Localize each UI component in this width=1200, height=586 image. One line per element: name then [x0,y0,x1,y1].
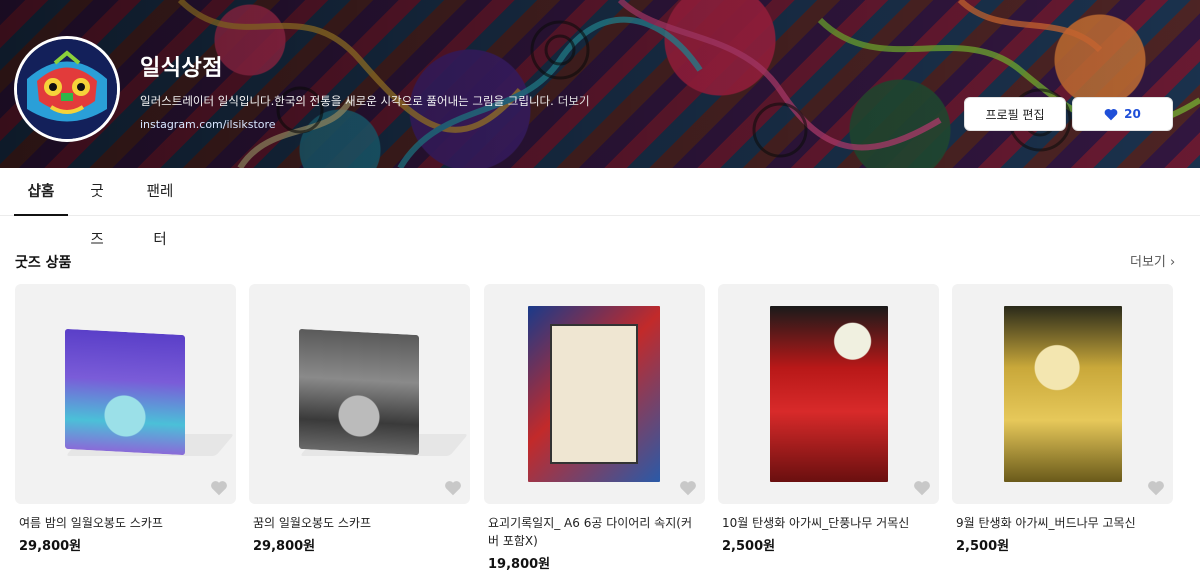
banner-overlay [0,0,1200,168]
product-thumbnail[interactable] [249,284,470,504]
wishlist-heart-icon[interactable] [679,480,697,496]
store-tabs: 샵홈 굿즈 팬레터 [0,168,1200,248]
product-image [1004,306,1122,482]
product-price: 29,800원 [253,539,316,554]
heart-icon [1104,108,1118,120]
edit-profile-button[interactable]: 프로필 편집 [964,97,1066,131]
product-image [65,328,185,456]
description-more-link[interactable]: 더보기 [558,94,590,108]
instagram-link[interactable]: instagram.com/ilsikstore [140,118,276,131]
product-card[interactable]: 요괴기록일지_ A6 6공 다이어리 속지(커버 포함X) 19,800원 [484,284,705,572]
store-avatar [14,36,120,142]
store-name: 일식상점 [140,56,223,81]
product-card[interactable]: 10월 탄생화 아가씨_단풍나무 거목신 2,500원 [718,284,939,554]
product-image [299,328,419,456]
product-thumbnail[interactable] [484,284,705,504]
product-name[interactable]: 꿈의 일월오봉도 스카프 [249,514,470,532]
product-price: 29,800원 [19,539,82,554]
product-name[interactable]: 여름 밤의 일월오봉도 스카프 [15,514,236,532]
wishlist-heart-icon[interactable] [913,480,931,496]
product-name[interactable]: 9월 탄생화 아가씨_버드나무 고목신 [952,514,1173,532]
product-price: 2,500원 [722,539,776,554]
product-image [528,306,660,482]
tab-fan-letter[interactable]: 팬레터 [140,168,180,248]
product-thumbnail[interactable] [15,284,236,504]
product-price: 19,800원 [488,557,551,572]
tab-shop-home[interactable]: 샵홈 [14,168,68,216]
tab-goods[interactable]: 굿즈 [84,168,110,248]
store-description: 일러스트레이터 일식입니다.한국의 전통을 새로운 시각으로 풀어내는 그림을 … [140,93,590,109]
like-count: 20 [1124,107,1141,121]
product-image [770,306,888,482]
product-price: 2,500원 [956,539,1010,554]
wishlist-heart-icon[interactable] [444,480,462,496]
section-more-link[interactable]: 더보기 › [1130,251,1175,270]
product-thumbnail[interactable] [952,284,1173,504]
wishlist-heart-icon[interactable] [1147,480,1165,496]
product-name[interactable]: 10월 탄생화 아가씨_단풍나무 거목신 [718,514,939,532]
product-card[interactable]: 여름 밤의 일월오봉도 스카프 29,800원 [15,284,236,554]
product-card[interactable]: 9월 탄생화 아가씨_버드나무 고목신 2,500원 [952,284,1173,554]
profile-banner [0,0,1200,168]
product-thumbnail[interactable] [718,284,939,504]
product-card[interactable]: 꿈의 일월오봉도 스카프 29,800원 [249,284,470,554]
store-description-text: 일러스트레이터 일식입니다.한국의 전통을 새로운 시각으로 풀어내는 그림을 … [140,94,554,108]
section-title: 굿즈 상품 [15,255,72,271]
wishlist-heart-icon[interactable] [210,480,228,496]
like-button[interactable]: 20 [1072,97,1173,131]
diary-page [550,324,638,464]
product-name[interactable]: 요괴기록일지_ A6 6공 다이어리 속지(커버 포함X) [484,514,705,550]
